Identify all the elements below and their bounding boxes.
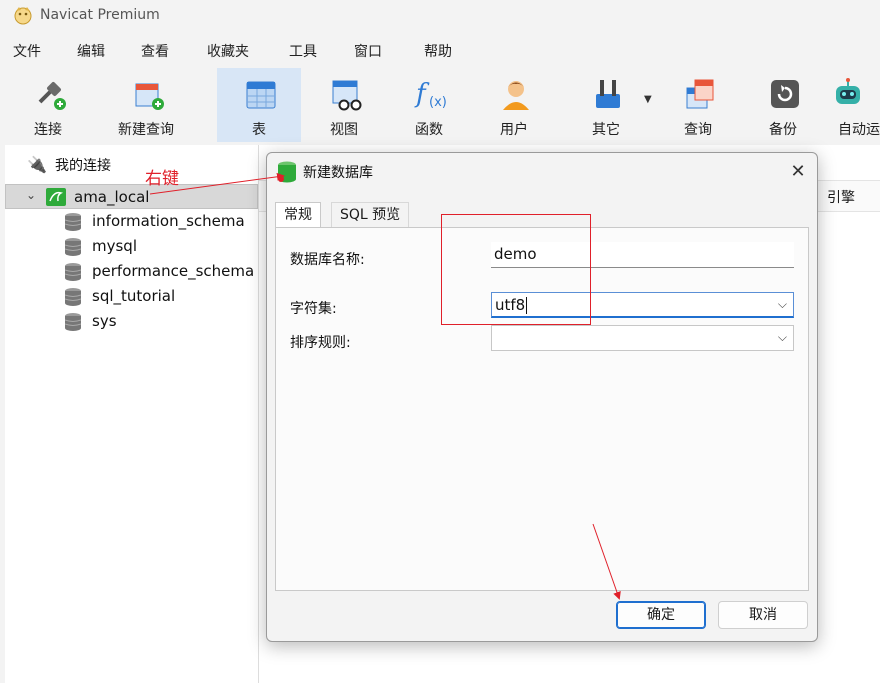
toolbar-connect-button[interactable]: 连接 bbox=[6, 68, 90, 142]
menu-tools[interactable]: 工具 bbox=[289, 41, 317, 61]
other-dropdown-arrow-icon[interactable]: ▼ bbox=[644, 94, 652, 105]
toolbar-user-label: 用户 bbox=[500, 122, 528, 138]
toolbar-query-button[interactable]: 查询 bbox=[656, 68, 740, 142]
tree-db-performance-schema[interactable]: performance_schema bbox=[5, 259, 258, 284]
menu-window[interactable]: 窗口 bbox=[354, 41, 382, 61]
toolbar: 连接 新建查询 表 视图 f (x) 函数 用户 其它 ▼ 查询 备份 自动运 bbox=[0, 64, 880, 144]
charset-label: 字符集: bbox=[290, 301, 337, 317]
toolbar-other-label: 其它 bbox=[592, 122, 620, 138]
ok-button[interactable]: 确定 bbox=[616, 601, 706, 629]
user-icon bbox=[503, 81, 529, 110]
menu-help[interactable]: 帮助 bbox=[424, 41, 452, 61]
toolbar-user-button[interactable]: 用户 bbox=[472, 68, 556, 142]
toolbar-table-button[interactable]: 表 bbox=[217, 68, 301, 142]
title-bar: Navicat Premium bbox=[0, 0, 880, 32]
menu-view[interactable]: 查看 bbox=[141, 41, 169, 61]
database-icon bbox=[65, 288, 81, 306]
toolbar-view-label: 视图 bbox=[330, 122, 358, 138]
tab-sql-preview[interactable]: SQL 预览 bbox=[331, 202, 410, 227]
navicat-logo-icon bbox=[14, 7, 32, 25]
function-icon: f (x) bbox=[414, 79, 447, 110]
plug-connect-icon bbox=[38, 82, 66, 110]
view-icon bbox=[332, 80, 362, 111]
toolbar-query-label: 查询 bbox=[684, 122, 712, 138]
database-label: sys bbox=[92, 312, 117, 330]
toolbar-backup-label: 备份 bbox=[769, 122, 797, 138]
collation-label: 排序规则: bbox=[290, 335, 351, 351]
query-icon bbox=[686, 79, 714, 109]
toolbar-function-label: 函数 bbox=[415, 122, 443, 138]
toolbar-new-query-label: 新建查询 bbox=[118, 122, 174, 138]
toolbar-view-button[interactable]: 视图 bbox=[302, 68, 386, 142]
database-icon bbox=[65, 238, 81, 256]
connection-tree-pane: 🔌 我的连接 ⌄ ama_local information_schema my… bbox=[5, 145, 259, 683]
connection-root-icon: 🔌 bbox=[27, 155, 47, 174]
toolbar-other-button[interactable]: 其它 bbox=[564, 68, 648, 142]
table-icon bbox=[246, 81, 276, 109]
tree-root[interactable]: 🔌 我的连接 bbox=[5, 152, 258, 177]
database-icon bbox=[65, 213, 81, 231]
menu-edit[interactable]: 编辑 bbox=[77, 41, 105, 61]
chevron-down-icon[interactable]: ⌵ bbox=[778, 330, 787, 345]
other-tools-icon bbox=[596, 80, 620, 108]
app-title: Navicat Premium bbox=[40, 7, 160, 23]
dialog-title: 新建数据库 bbox=[303, 165, 373, 181]
tree-db-mysql[interactable]: mysql bbox=[5, 234, 258, 259]
robot-icon bbox=[836, 78, 860, 104]
svg-text:(x): (x) bbox=[429, 95, 447, 110]
database-icon bbox=[65, 263, 81, 281]
svg-text:f: f bbox=[414, 79, 430, 109]
database-label: performance_schema bbox=[92, 262, 255, 280]
highlight-box bbox=[441, 214, 591, 325]
database-label: mysql bbox=[92, 237, 137, 255]
tab-general[interactable]: 常规 bbox=[275, 202, 321, 228]
menu-favorites[interactable]: 收藏夹 bbox=[207, 41, 249, 61]
tree-db-sql-tutorial[interactable]: sql_tutorial bbox=[5, 284, 258, 309]
toolbar-backup-button[interactable]: 备份 bbox=[741, 68, 825, 142]
menu-bar: 文件 编辑 查看 收藏夹 工具 窗口 帮助 bbox=[0, 36, 880, 64]
database-label: sql_tutorial bbox=[92, 287, 176, 305]
close-icon[interactable]: ✕ bbox=[787, 161, 809, 183]
new-database-icon bbox=[278, 161, 296, 183]
toolbar-new-query-button[interactable]: 新建查询 bbox=[104, 68, 188, 142]
collation-select[interactable]: ⌵ bbox=[491, 325, 794, 351]
database-label: information_schema bbox=[92, 212, 245, 230]
database-name-label: 数据库名称: bbox=[290, 252, 365, 268]
chevron-down-icon[interactable]: ⌄ bbox=[26, 188, 36, 202]
toolbar-table-label: 表 bbox=[252, 122, 266, 138]
mysql-connection-icon bbox=[46, 188, 66, 206]
tree-root-label: 我的连接 bbox=[55, 158, 111, 174]
tree-item-ama-local[interactable]: ⌄ ama_local bbox=[5, 184, 258, 209]
column-engine-header[interactable]: 引擎 bbox=[827, 187, 855, 207]
database-icon bbox=[65, 313, 81, 331]
backup-icon bbox=[771, 80, 799, 108]
chevron-down-icon[interactable]: ⌵ bbox=[778, 297, 787, 312]
right-click-annotation: 右键 bbox=[145, 169, 179, 189]
cancel-button[interactable]: 取消 bbox=[718, 601, 808, 629]
toolbar-automation-button[interactable]: 自动运 bbox=[822, 68, 880, 142]
tree-db-information-schema[interactable]: information_schema bbox=[5, 209, 258, 234]
tree-item-label: ama_local bbox=[74, 188, 150, 206]
toolbar-automation-label: 自动运 bbox=[838, 122, 880, 138]
menu-file[interactable]: 文件 bbox=[13, 41, 41, 61]
tree-db-sys[interactable]: sys bbox=[5, 309, 258, 334]
toolbar-connect-label: 连接 bbox=[34, 122, 62, 138]
toolbar-function-button[interactable]: f (x) 函数 bbox=[387, 68, 471, 142]
new-query-icon bbox=[135, 83, 164, 110]
